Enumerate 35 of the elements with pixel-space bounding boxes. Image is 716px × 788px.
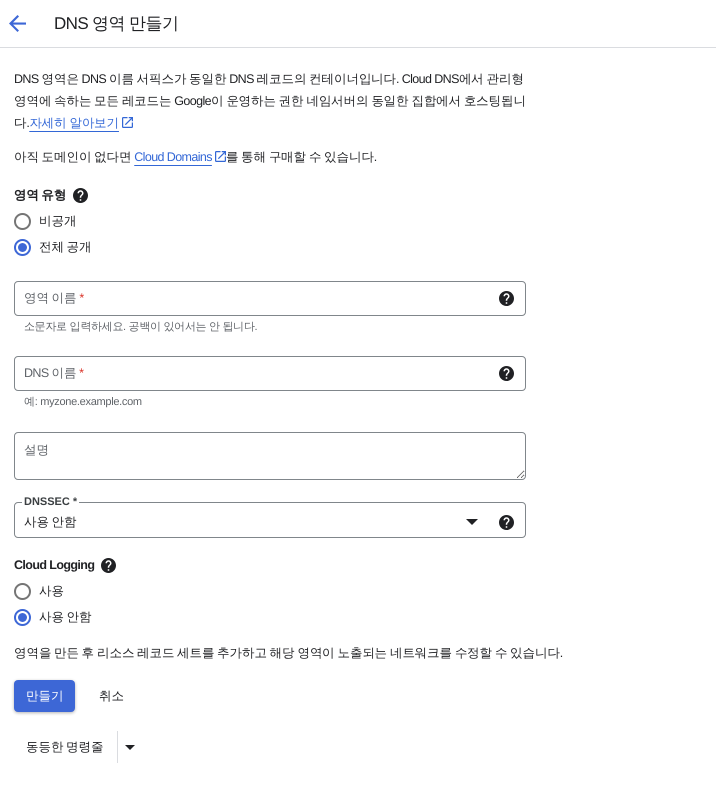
radio-button[interactable] <box>14 608 31 626</box>
intro-text: DNS 영역은 DNS 이름 서픽스가 동일한 DNS 레코드의 컨테이너입니다. Cloud DNS에서 관리형 영역에 속하는 모든 레코드는 Google이 운영하는 권한 네임서버의 동일한 집합에서 호스팅됩니다.자세히 알아보기 <box>14 71 526 132</box>
external-link-icon <box>122 117 133 128</box>
radio-button[interactable] <box>14 582 31 600</box>
footer-note-text: 영역을 만든 후 리소스 레코드 세트를 추가하고 해당 영역이 노출되는 네트워크를 수정할 수 있습니다. <box>14 645 563 662</box>
back-arrow-icon[interactable] <box>9 15 26 32</box>
help-icon[interactable] <box>499 366 514 381</box>
caret-icon <box>125 744 136 750</box>
help-icon[interactable] <box>73 188 88 202</box>
radio-button[interactable] <box>14 238 31 256</box>
cloud-domains-link[interactable]: Cloud Domains <box>134 150 226 164</box>
command-line-button[interactable]: 동등한 명령줄 <box>14 731 116 763</box>
section-label: 영역 유형 <box>14 186 66 204</box>
caret-icon <box>466 519 478 525</box>
radio-label[interactable]: 전체 공개 <box>39 238 92 256</box>
help-icon[interactable] <box>101 558 116 572</box>
page-title: DNS 영역 만들기 <box>54 12 178 35</box>
section-label: Cloud Logging <box>14 556 94 574</box>
input-field[interactable]: DNS 이름 * <box>14 356 526 391</box>
cancel-button[interactable]: 취소 <box>87 680 136 712</box>
input-field[interactable]: 영역 이름 * <box>14 281 526 316</box>
learn-more-link[interactable]: 자세히 알아보기 <box>29 116 133 130</box>
text-area-field[interactable]: 설명 <box>14 432 526 480</box>
purchase-note-text: 아직 도메인이 없다면 Cloud Domains 를 통해 구매할 수 있습니다. <box>14 149 377 166</box>
radio-button[interactable] <box>14 212 31 230</box>
radio-label[interactable]: 사용 안함 <box>39 608 92 626</box>
help-icon[interactable] <box>499 514 514 530</box>
field-hint: 예: myzone.example.com <box>24 395 142 410</box>
dropdown-field[interactable]: DNSSEC * 사용 안함 <box>14 496 526 538</box>
radio-label[interactable]: 사용 <box>39 582 64 600</box>
radio-label[interactable]: 비공개 <box>39 212 76 230</box>
submit-button[interactable]: 만들기 <box>14 680 76 712</box>
help-icon[interactable] <box>499 291 514 306</box>
field-hint: 소문자로 입력하세요. 공백이 있어서는 안 됩니다. <box>24 320 258 335</box>
external-link-icon <box>214 151 226 162</box>
